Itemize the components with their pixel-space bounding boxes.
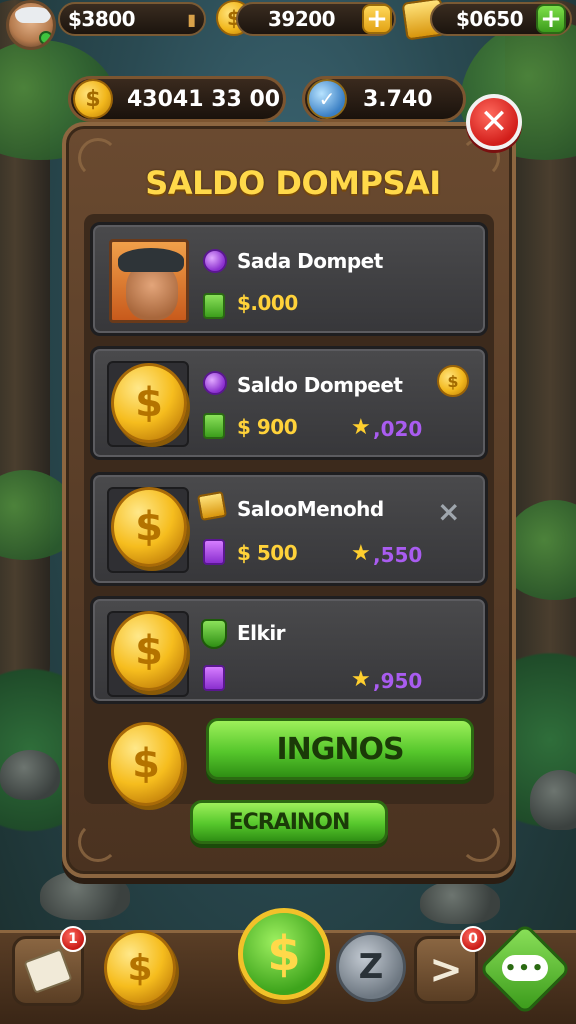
row-name: SalooMenohd [237,497,384,521]
currency-1-value: $3800 [68,7,136,31]
gold-ticket-icon [196,490,228,522]
ornament-icon [460,822,500,862]
row-name: Saldo Dompeet [237,373,403,397]
add-currency-3-button[interactable]: + [536,4,566,34]
row-stars: ,950 [373,669,423,693]
shop-coin-button[interactable]: $ [104,930,176,1006]
row-name: Sada Dompet [237,249,383,273]
notification-badge: 0 [460,926,486,952]
purple-gem-icon [203,371,227,395]
character-portrait [109,239,189,323]
row-stars: ,020 [373,417,423,441]
row-name: Elkir [237,621,286,645]
close-row-icon[interactable]: ⨯ [437,495,460,528]
primary-action-button[interactable]: INGNOS [206,718,474,780]
row-amount: $ 900 [237,415,298,439]
add-currency-2-button[interactable]: + [362,4,392,34]
wallet-row[interactable]: $ Saldo Dompeet $ $ 900 ★ ,020 [90,346,488,460]
wallet-row[interactable]: $ SalooMenohd ⨯ $ 500 ★ ,550 [90,472,488,586]
star-icon: ★ [351,667,371,692]
row-amount: $ 500 [237,541,298,565]
gold-coin-icon: $ [111,487,187,567]
row-stars: ,550 [373,543,423,567]
wallet-row[interactable]: Sada Dompet $.000 [90,222,488,336]
top-resource-bar: $3800 ▮ $ 39200 + $0650 + [0,0,576,50]
arrow-icon[interactable]: ▮ [187,10,196,29]
shield-icon [201,619,227,649]
green-gem-icon [203,413,225,439]
chat-icon: ••• [502,955,548,981]
gold-coin-icon: $ [111,363,187,443]
coins-balance-pill: $ 43041 33 00 [68,76,286,122]
wallet-row[interactable]: $ Elkir ★ ,950 [90,596,488,704]
currency-3-value: $0650 [456,7,524,31]
currency-2-value: 39200 [268,7,336,31]
purple-gem-icon [203,665,225,691]
online-status-icon [39,31,53,45]
tokens-balance-value: 3.740 [363,86,433,112]
center-coin-button[interactable]: $ [238,908,330,1000]
notification-badge: 1 [60,926,86,952]
purple-gem-icon [203,249,227,273]
player-avatar[interactable] [6,0,56,50]
star-icon: ★ [351,415,371,440]
token-icon: ✓ [307,79,347,119]
green-gem-icon [203,293,225,319]
ornament-icon [78,822,118,862]
silver-coin-button[interactable]: Z [336,932,406,1002]
purple-gem-icon [203,539,225,565]
secondary-action-button[interactable]: ECRAINON [190,800,388,844]
coins-balance-value: 43041 33 00 [127,86,281,112]
panel-title: SALDO DOMPSAI [145,164,441,202]
row-amount: $.000 [237,291,298,315]
gold-coin-icon: $ [111,611,187,691]
tokens-balance-pill: ✓ 3.740 [302,76,466,122]
scroll-icon [23,948,73,994]
close-button[interactable]: ✕ [466,94,522,150]
coin-icon: $ [73,79,113,119]
gold-coin-icon: $ [108,722,184,806]
star-icon: ★ [351,541,371,566]
small-coin-icon: $ [437,365,469,397]
currency-pill-1: $3800 ▮ [58,2,206,36]
